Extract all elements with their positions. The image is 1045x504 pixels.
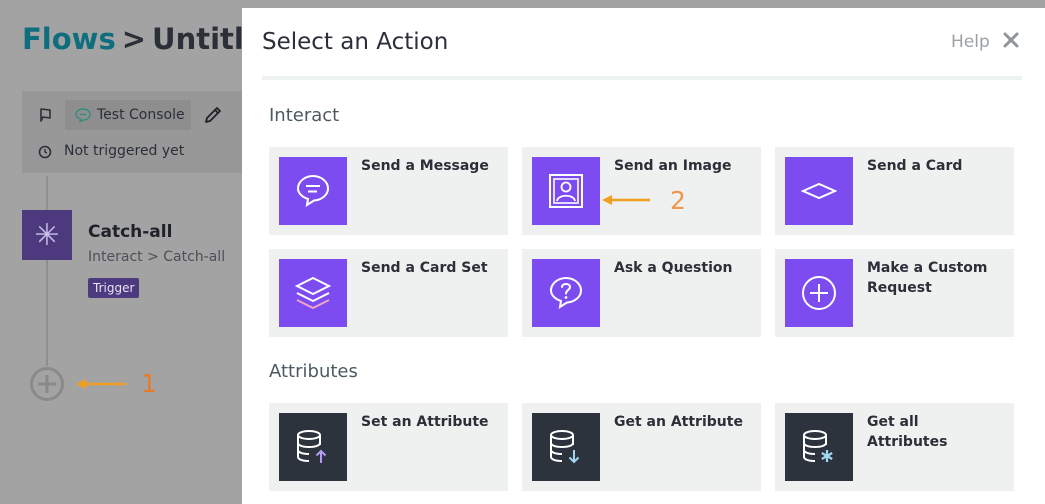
test-console-panel: Test Console Not triggered yet [22, 91, 252, 173]
tile-label: Make a Custom Request [867, 260, 988, 296]
close-icon[interactable] [1003, 32, 1019, 48]
database-asterisk-icon [785, 413, 853, 481]
test-console-label: Test Console [97, 107, 185, 123]
flag-icon [40, 108, 51, 122]
asterisk-icon: ✳ [22, 210, 72, 260]
trigger-status: Not triggered yet [64, 143, 185, 159]
tile-label: Send a Card Set [361, 260, 488, 276]
tile-label: Send a Card [867, 158, 963, 174]
action-tile-ask-question[interactable]: Ask a Question [522, 249, 761, 337]
breadcrumb-separator: > [121, 22, 147, 56]
plus-circle-icon [785, 259, 853, 327]
message-bubble-icon [279, 157, 347, 225]
action-tile-get-all-attributes[interactable]: Get all Attributes [775, 403, 1014, 491]
action-tile-send-card-set[interactable]: Send a Card Set [269, 249, 508, 337]
action-tile-send-image[interactable]: Send an Image [522, 147, 761, 235]
tile-label: Get an Attribute [614, 414, 743, 430]
clock-icon [38, 145, 52, 159]
pencil-icon[interactable] [203, 105, 223, 125]
database-upload-icon [279, 413, 347, 481]
image-icon [532, 157, 600, 225]
select-action-modal: Select an Action Help Interact Send a Me… [242, 8, 1045, 504]
trigger-badge: Trigger [88, 278, 140, 298]
card-stack-icon [279, 259, 347, 327]
annotation-label-2: 2 [670, 186, 686, 215]
test-console-button[interactable]: Test Console [65, 100, 191, 130]
question-bubble-icon [532, 259, 600, 327]
database-download-icon [532, 413, 600, 481]
step-path: Interact > Catch-all [88, 249, 226, 265]
action-tile-custom-request[interactable]: Make a Custom Request [775, 249, 1014, 337]
chat-icon [75, 108, 91, 122]
section-heading-interact: Interact [269, 105, 340, 126]
annotation-arrow-2 [602, 195, 650, 205]
modal-title: Select an Action [262, 29, 449, 55]
action-tile-send-card[interactable]: Send a Card [775, 147, 1014, 235]
section-heading-attributes: Attributes [269, 361, 358, 382]
tile-label: Set an Attribute [361, 414, 489, 430]
flow-step-catch-all[interactable]: ✳ Catch-all Interact > Catch-all Trigger [22, 210, 252, 310]
action-tile-set-attribute[interactable]: Set an Attribute [269, 403, 508, 491]
modal-divider [262, 76, 1022, 80]
annotation-arrow-1 [76, 379, 126, 389]
action-tile-send-message[interactable]: Send a Message [269, 147, 508, 235]
tile-label: Get all Attributes [867, 414, 948, 450]
card-icon [785, 157, 853, 225]
tile-label: Send an Image [614, 158, 732, 174]
annotation-label-1: 1 [141, 369, 157, 398]
action-tile-get-attribute[interactable]: Get an Attribute [522, 403, 761, 491]
add-step-icon[interactable] [29, 366, 65, 402]
breadcrumb-flows-link[interactable]: Flows [22, 22, 116, 56]
help-link[interactable]: Help [951, 32, 990, 52]
tile-label: Ask a Question [614, 260, 733, 276]
tile-label: Send a Message [361, 158, 489, 174]
step-title: Catch-all [88, 222, 173, 242]
